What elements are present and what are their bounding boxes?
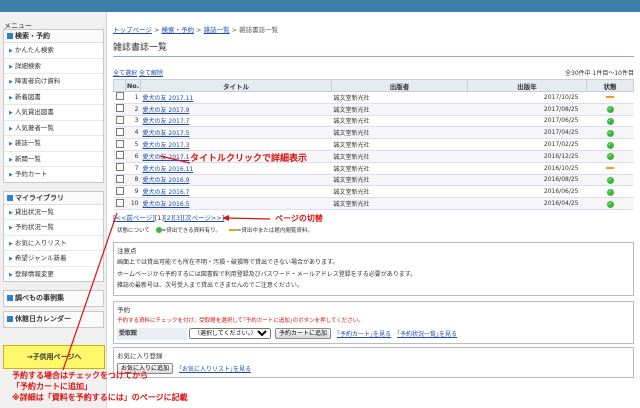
annotation-title-click: タイトルクリックで詳細表示 [190, 154, 308, 164]
annotation-reserve-note-1: 予約する場合はチェックをつけてから [12, 371, 148, 380]
annotation-reserve-note-3: ※詳細は「資料を予約するには」のページに記載 [12, 393, 188, 402]
pager-arrow-line [225, 217, 271, 220]
annotation-arrows [62, 155, 271, 371]
annotation-reserve-note-2: 「予約カートに追加」 [12, 382, 92, 391]
pager-arrow-head [222, 215, 229, 221]
reserve-arrow-line [62, 212, 118, 371]
title-arrow-line [159, 155, 191, 164]
annotation-page-switch: ページの切替 [275, 214, 323, 223]
